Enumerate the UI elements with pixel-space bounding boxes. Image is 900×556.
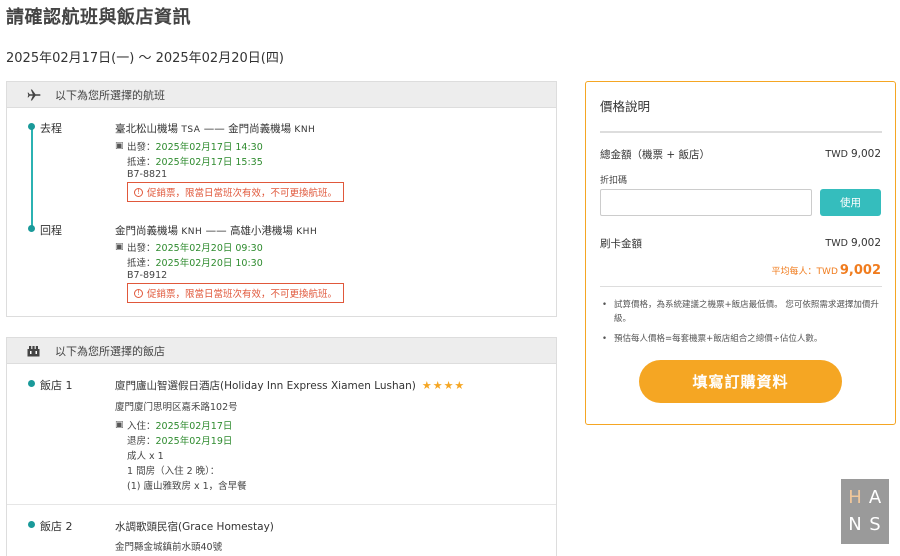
arrival-row: 抵達： 2025年02月17日 15:35	[127, 154, 263, 168]
hotel-address: 廈門廈门思明区嘉禾路102号	[115, 402, 238, 413]
guest-count: 成人 x 1	[127, 451, 164, 462]
total-label: 總金額（機票 + 飯店）	[600, 149, 710, 161]
card-value: 9,002	[850, 237, 881, 249]
price-note: 試算價格，為系統建議之機票+飯店最低價。 您可依照需求選擇加價升級。	[600, 298, 884, 326]
flights-panel: 以下為您所選擇的航班 去程 臺北松山機場 TSA —— 金門尚義機場 KNH ▣…	[6, 81, 557, 317]
hotel-divider	[7, 504, 556, 505]
route-dash: ——	[203, 123, 225, 135]
timeline-dot	[28, 123, 35, 130]
fare-warning: ! 促銷票，限當日當班次有效，不可更換航班。	[127, 283, 345, 303]
checkout-row: 退房： 2025年02月19日	[127, 433, 232, 447]
hotel-label: 飯店 2	[40, 520, 73, 533]
average-label: 平均每人：TWD	[771, 267, 838, 277]
departure-label: 出發：	[127, 243, 156, 254]
coupon-label: 折扣碼	[600, 176, 628, 186]
checkout-label: 退房：	[127, 436, 156, 447]
hans-watermark-logo: H A N S	[841, 479, 889, 544]
departure-label: 出發：	[127, 142, 156, 153]
airplane-icon	[27, 89, 45, 101]
leg-label-outbound: 去程	[40, 122, 62, 135]
total-currency: TWD	[825, 149, 848, 160]
hotels-panel-header: 以下為您所選擇的飯店	[7, 338, 556, 364]
hotel-name[interactable]: 廈門廬山智選假日酒店(Holiday Inn Express Xiamen Lu…	[115, 378, 465, 393]
flight-number: B7-8912	[127, 270, 168, 281]
room-type: (1) 廬山雅致房 x 1，含早餐	[127, 481, 247, 492]
destination-code: KNH	[294, 125, 316, 135]
checkin-row: ▣ 入住： 2025年02月17日	[115, 418, 232, 432]
fare-warning-text: 促銷票，限當日當班次有效，不可更換航班。	[147, 289, 338, 300]
price-title: 價格說明	[600, 99, 651, 114]
origin-airport: 臺北松山機場	[115, 123, 178, 135]
watermark-letter: A	[868, 486, 882, 508]
hotel-name-text: 廈門廬山智選假日酒店(Holiday Inn Express Xiamen Lu…	[115, 380, 416, 392]
watermark-letter: N	[848, 514, 862, 536]
card-currency: TWD	[825, 238, 848, 249]
fare-warning: ! 促銷票，限當日當班次有效，不可更換航班。	[127, 182, 345, 202]
origin-code: TSA	[181, 125, 201, 135]
page-title: 請確認航班與飯店資訊	[6, 7, 191, 28]
calendar-icon: ▣	[115, 242, 124, 252]
destination-airport: 金門尚義機場	[228, 123, 292, 135]
hotel-icon	[27, 345, 45, 357]
leg-label-return: 回程	[40, 224, 62, 237]
fare-warning-text: 促銷票，限當日當班次有效，不可更換航班。	[147, 188, 338, 199]
hotel-dot	[28, 380, 35, 387]
star-rating-icon: ★★★★	[421, 379, 466, 392]
hotels-panel-title: 以下為您所選擇的飯店	[55, 344, 165, 358]
average-per-person: 平均每人：TWD 9,002	[772, 263, 881, 278]
watermark-letter: S	[869, 514, 881, 536]
arrival-label: 抵達：	[127, 157, 156, 168]
destination-code: KHH	[296, 227, 318, 237]
route-dash: ——	[205, 225, 227, 237]
room-count: 1 間房（入住 2 晚）：	[127, 466, 220, 477]
apply-coupon-button[interactable]: 使用	[820, 189, 881, 216]
hotel-address: 金門縣金城鎮前水頭40號	[115, 542, 223, 553]
checkin-label: 入住：	[127, 421, 156, 432]
arrival-time: 2025年02月20日 10:30	[155, 258, 263, 269]
departure-time: 2025年02月17日 14:30	[155, 142, 263, 153]
trip-date-range: 2025年02月17日(一) ～ 2025年02月20日(四)	[6, 51, 284, 66]
price-notes: 試算價格，為系統建議之機票+飯店最低價。 您可依照需求選擇加價升級。 預估每人價…	[600, 298, 884, 352]
hotels-panel: 以下為您所選擇的飯店 飯店 1 廈門廬山智選假日酒店(Holiday Inn E…	[6, 337, 557, 556]
departure-row: ▣ 出發： 2025年02月17日 14:30	[115, 139, 263, 153]
checkout-date: 2025年02月19日	[155, 436, 233, 447]
arrival-label: 抵達：	[127, 258, 156, 269]
hotel-label: 飯店 1	[40, 379, 73, 392]
departure-row: ▣ 出發： 2025年02月20日 09:30	[115, 240, 263, 254]
arrival-time: 2025年02月17日 15:35	[155, 157, 263, 168]
checkin-date: 2025年02月17日	[155, 421, 233, 432]
origin-code: KNH	[181, 227, 203, 237]
timeline-dot	[28, 225, 35, 232]
price-divider	[600, 286, 882, 287]
destination-airport: 高雄小港機場	[229, 225, 293, 237]
hotel-name[interactable]: 水調歌頭民宿(Grace Homestay)	[115, 519, 274, 534]
flights-panel-header: 以下為您所選擇的航班	[7, 82, 556, 108]
card-amount-label: 刷卡金額	[600, 238, 642, 250]
timeline-line	[31, 126, 33, 229]
watermark-letter: H	[848, 486, 862, 508]
coupon-input[interactable]	[600, 189, 812, 216]
total-value: 9,002	[850, 148, 881, 160]
price-summary-panel: 價格說明 總金額（機票 + 飯店） TWD 9,002 折扣碼 使用 刷卡金額 …	[585, 81, 896, 425]
hotel-dot	[28, 521, 35, 528]
average-value: 9,002	[839, 263, 881, 278]
alert-icon: !	[134, 288, 143, 298]
card-amount: TWD 9,002	[825, 237, 881, 249]
flight-number: B7-8821	[127, 169, 168, 180]
calendar-icon: ▣	[115, 420, 124, 430]
price-note: 預估每人價格=每套機票+飯店組合之總價÷佔位人數。	[600, 332, 884, 346]
total-amount: TWD 9,002	[825, 148, 881, 160]
flight-route-return: 金門尚義機場 KNH —— 高雄小港機場 KHH	[115, 223, 317, 238]
alert-icon: !	[134, 187, 143, 197]
price-divider	[600, 131, 882, 133]
flights-panel-title: 以下為您所選擇的航班	[55, 88, 165, 102]
fill-order-button[interactable]: 填寫訂購資料	[639, 360, 842, 403]
flight-route-outbound: 臺北松山機場 TSA —— 金門尚義機場 KNH	[115, 121, 315, 136]
origin-airport: 金門尚義機場	[115, 225, 178, 237]
departure-time: 2025年02月20日 09:30	[155, 243, 263, 254]
arrival-row: 抵達： 2025年02月20日 10:30	[127, 255, 263, 269]
calendar-icon: ▣	[115, 141, 124, 151]
